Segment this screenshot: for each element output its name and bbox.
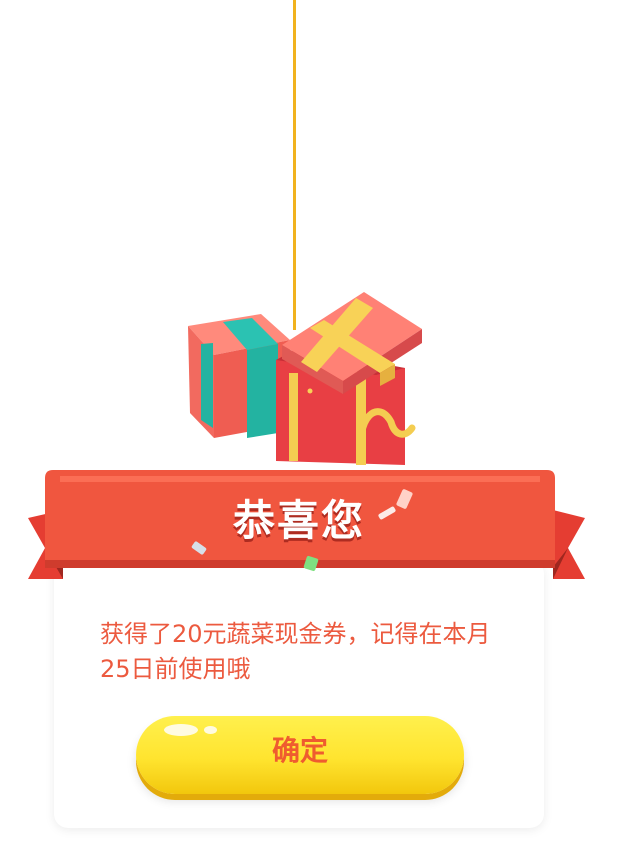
coupon-message: 获得了20元蔬菜现金券，记得在本月25日前使用哦 bbox=[100, 620, 491, 683]
dialog-title: 恭喜您 bbox=[232, 496, 365, 545]
confirm-button[interactable]: 确定 bbox=[136, 716, 464, 794]
title-ribbon bbox=[28, 470, 585, 579]
confirm-button-label: 确定 bbox=[271, 734, 328, 767]
